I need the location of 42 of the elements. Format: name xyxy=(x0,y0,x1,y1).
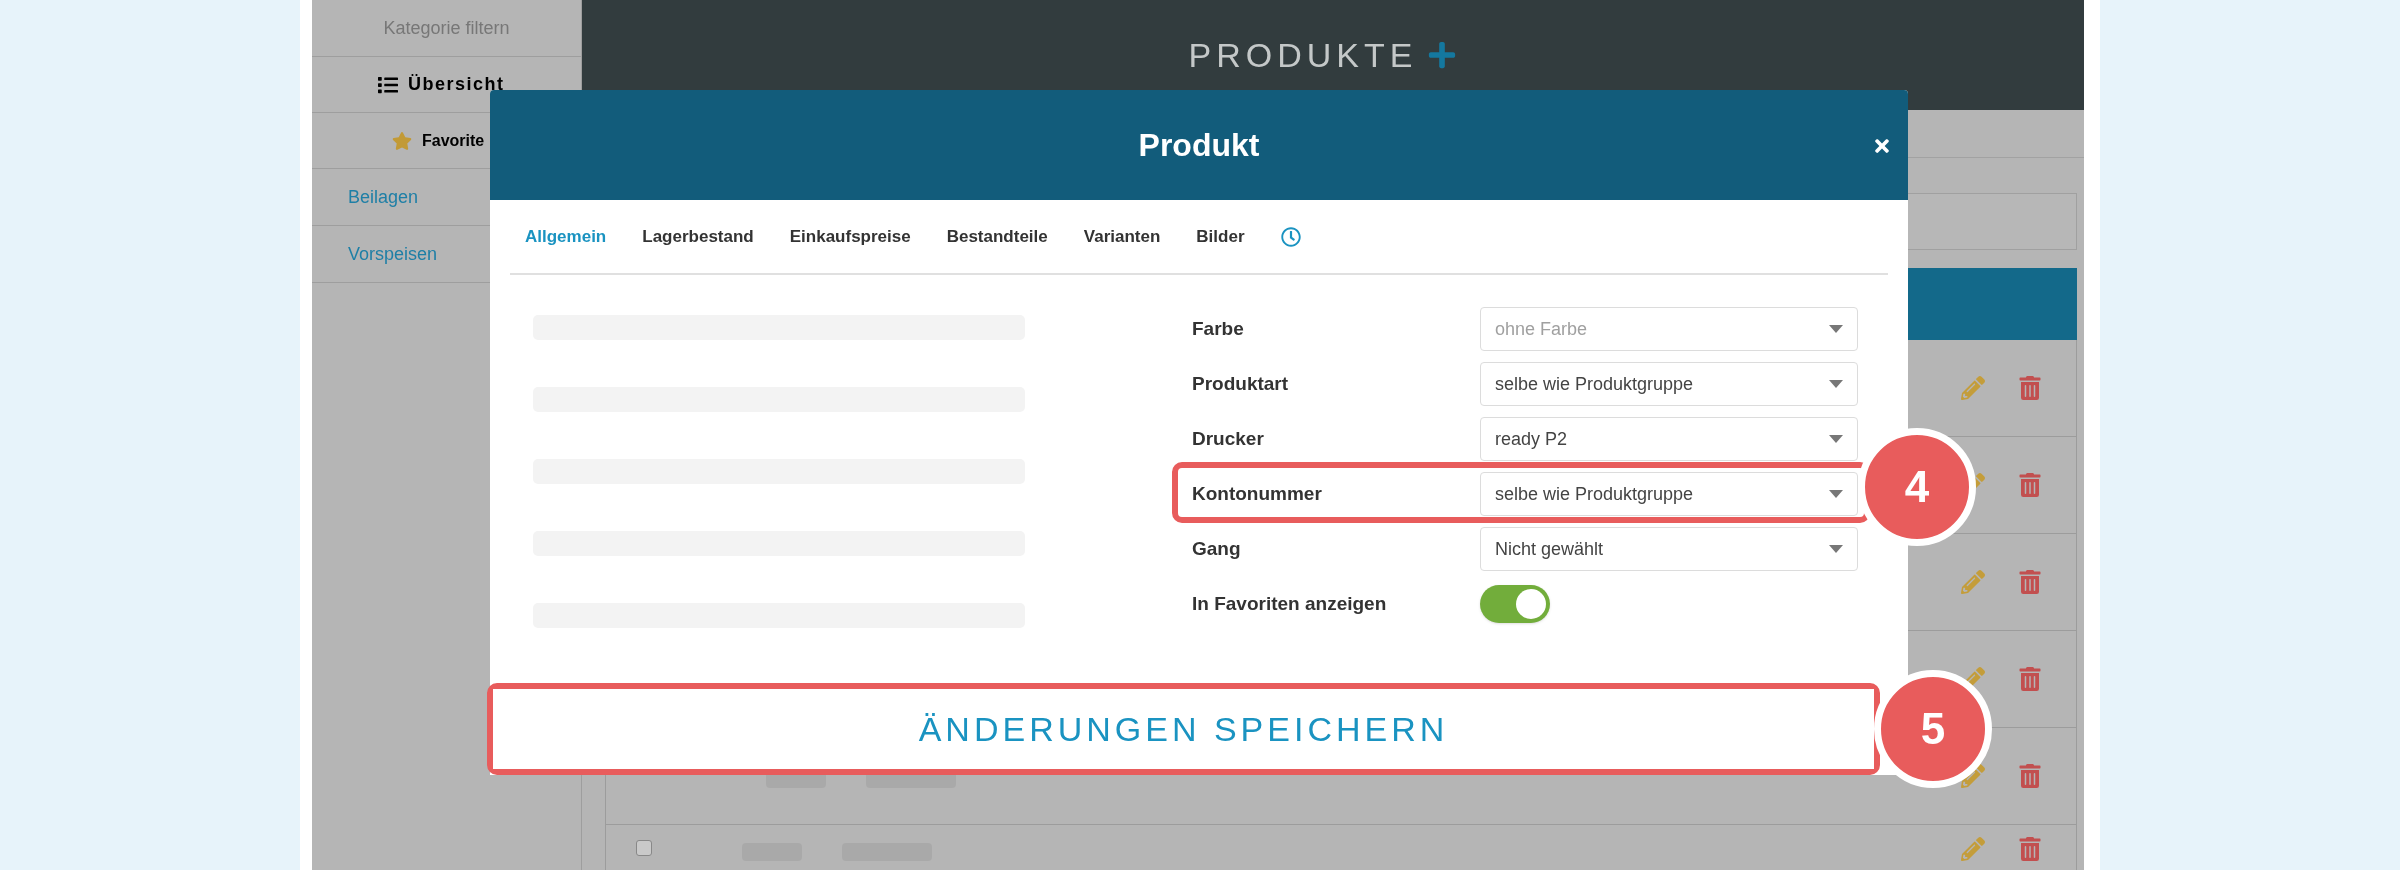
step-badge: 4 xyxy=(1858,428,1976,546)
tab[interactable]: Bilder xyxy=(1196,223,1245,250)
dropdown-caret-icon xyxy=(1829,380,1843,388)
tab[interactable]: Varianten xyxy=(1083,223,1161,250)
select-field[interactable]: selbe wie Produktgruppe xyxy=(1480,362,1858,406)
trash-icon[interactable] xyxy=(2019,376,2041,400)
select-field[interactable]: Nicht gewählt xyxy=(1480,527,1858,571)
select-field[interactable]: ready P2 xyxy=(1480,417,1858,461)
dropdown-caret-icon xyxy=(1829,545,1843,553)
field-label: In Favoriten anzeigen xyxy=(1192,591,1388,616)
select-field[interactable]: selbe wie Produktgruppe xyxy=(1480,472,1858,516)
dropdown-caret-icon xyxy=(1829,490,1843,498)
field-label: Produktart xyxy=(1192,371,1290,396)
trash-icon[interactable] xyxy=(2019,837,2041,861)
trash-icon[interactable] xyxy=(2019,570,2041,594)
field-label: Gang xyxy=(1192,536,1242,561)
row-checkbox[interactable] xyxy=(636,840,652,856)
tab[interactable]: Allgemein xyxy=(525,223,607,250)
list-icon xyxy=(378,74,398,95)
add-icon[interactable] xyxy=(1427,40,1458,70)
field-label: Farbe xyxy=(1192,316,1245,341)
dropdown-caret-icon xyxy=(1829,325,1843,333)
dropdown-caret-icon xyxy=(1829,435,1843,443)
field-label: Kontonummer xyxy=(1192,481,1323,506)
trash-icon[interactable] xyxy=(2019,764,2041,788)
tab[interactable]: Bestandteile xyxy=(946,223,1048,250)
filter-label: Kategorie filtern xyxy=(383,16,510,40)
clock-icon[interactable] xyxy=(1280,226,1301,247)
trash-icon[interactable] xyxy=(2019,667,2041,691)
sidebar-item[interactable]: Favorite xyxy=(422,128,485,153)
star-icon xyxy=(392,130,412,151)
pencil-icon[interactable] xyxy=(1961,764,1985,788)
page-title: PRODUKTE xyxy=(1188,34,1418,76)
tab[interactable]: Einkaufspreise xyxy=(789,223,911,250)
tab[interactable]: Lagerbestand xyxy=(642,223,754,250)
trash-icon[interactable] xyxy=(2019,473,2041,497)
save-button[interactable]: ÄNDERUNGEN SPEICHERN xyxy=(493,689,1874,769)
close-icon[interactable] xyxy=(1872,136,1892,156)
sidebar-item[interactable]: Übersicht xyxy=(408,71,505,98)
field-label: Drucker xyxy=(1192,426,1265,451)
toggle-switch[interactable] xyxy=(1480,585,1550,623)
dialog-title: Produkt xyxy=(1138,126,1260,165)
